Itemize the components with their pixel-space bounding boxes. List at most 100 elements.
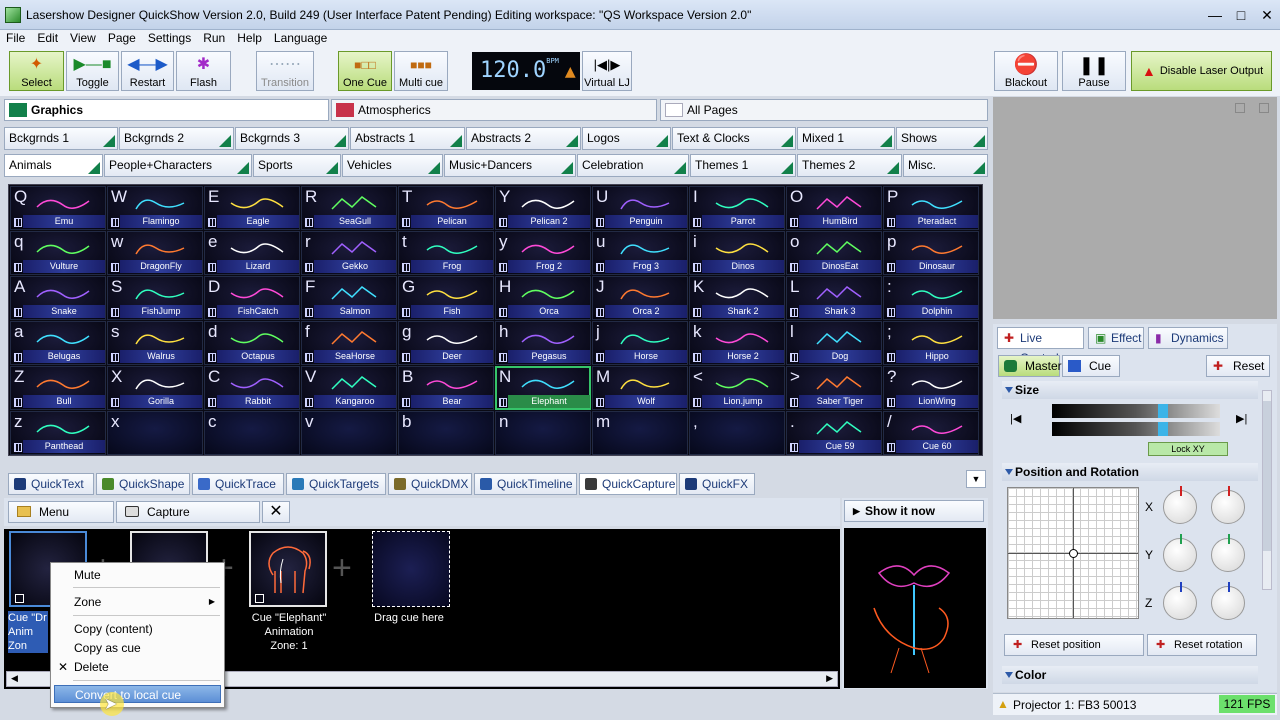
cue-cell[interactable]: G Fish [398,276,494,320]
page-tab-row1-1[interactable]: Bckgrnds 2 [119,127,234,150]
cue-cell[interactable]: < Lion.jump [689,366,785,410]
cue-cell[interactable]: s Walrus [107,321,203,365]
cue-cell[interactable]: c [204,411,300,455]
cue-cell[interactable]: ? LionWing [883,366,979,410]
cue-cell[interactable]: i Dinos [689,231,785,275]
tool-tab-quickfx[interactable]: QuickFX [679,473,755,495]
x-position-knob[interactable] [1163,486,1197,524]
cue-cell[interactable]: Y Pelican 2 [495,186,591,230]
size-min-icon[interactable]: |◀ [1010,412,1021,425]
reset-position-button[interactable]: ✚ Reset position [1004,634,1144,656]
cue-cell[interactable]: o DinosEat [786,231,882,275]
cue-cell[interactable]: ; Hippo [883,321,979,365]
page-tab-row1-2[interactable]: Bckgrnds 3 [235,127,349,150]
cue-cell[interactable]: B Bear [398,366,494,410]
cue-cell[interactable]: H Orca [495,276,591,320]
position-rotation-section[interactable]: Position and Rotation [1002,463,1258,481]
close-capture-button[interactable]: ✕ [262,501,290,523]
category-graphics[interactable]: Graphics [4,99,329,121]
cue-cell[interactable]: U Penguin [592,186,688,230]
menu-item-copy-as-cue[interactable]: Copy as cue [54,639,221,657]
page-tab-row2-6[interactable]: Themes 1 [690,154,796,177]
tab-effect[interactable]: ▣ Effect [1088,327,1144,349]
page-tab-row1-8[interactable]: Shows [896,127,988,150]
menu-view[interactable]: View [64,30,102,45]
cue-cell[interactable]: v [301,411,397,455]
cue-cell[interactable]: F Salmon [301,276,397,320]
restore-icon[interactable] [1259,103,1269,113]
blackout-button[interactable]: ⛔ Blackout [994,51,1058,91]
menu-item-convert-local[interactable]: Convert to local cue [54,685,221,703]
cue-cell[interactable]: Z Bull [10,366,106,410]
size-x-slider[interactable] [1052,404,1220,418]
color-section[interactable]: Color [1002,666,1258,684]
tool-tab-quicktimeline[interactable]: QuickTimeline [474,473,577,495]
captured-cue-3[interactable] [249,531,327,607]
cue-button[interactable]: Cue [1062,355,1120,377]
restart-button[interactable]: ◀―▶ Restart [121,51,174,91]
x-rotation-knob[interactable] [1211,486,1245,524]
cue-cell[interactable]: N Elephant [495,366,591,410]
page-tab-row1-4[interactable]: Abstracts 2 [466,127,581,150]
tab-live-control[interactable]: ✚Live Control [997,327,1084,365]
cue-cell[interactable]: X Gorilla [107,366,203,410]
size-section[interactable]: Size [1002,381,1258,399]
cue-cell[interactable]: M Wolf [592,366,688,410]
tool-tab-quickshape[interactable]: QuickShape [96,473,190,495]
menu-edit[interactable]: Edit [31,30,64,45]
page-tab-row1-5[interactable]: Logos [582,127,671,150]
virtual-lj-button[interactable]: |◀|▶ Virtual LJ [582,51,632,91]
tab-dynamics[interactable]: ▮ Dynamics [1148,327,1228,349]
tool-tab-quickdmx[interactable]: QuickDMX [388,473,472,495]
cue-cell[interactable]: C Rabbit [204,366,300,410]
page-tab-row1-7[interactable]: Mixed 1 [797,127,895,150]
pause-button[interactable]: ❚❚ Pause [1062,51,1126,91]
minimize-icon[interactable]: — [1204,5,1226,25]
cue-cell[interactable]: h Pegasus [495,321,591,365]
cue-cell[interactable]: r Gekko [301,231,397,275]
cue-cell[interactable]: a Belugas [10,321,106,365]
cue-cell[interactable]: / Cue 60 [883,411,979,455]
page-tab-row2-5[interactable]: Celebration [577,154,689,177]
capture-button[interactable]: Capture [116,501,260,523]
page-tab-row1-3[interactable]: Abstracts 1 [350,127,465,150]
menu-button[interactable]: Menu [8,501,114,523]
cue-cell[interactable]: q Vulture [10,231,106,275]
close-icon[interactable]: ✕ [1256,5,1278,25]
menu-item-delete[interactable]: ✕ Delete [54,658,221,676]
cue-cell[interactable]: g Deer [398,321,494,365]
select-button[interactable]: ✦ Select [9,51,64,91]
tabs-dropdown-icon[interactable]: ▼ [966,470,986,488]
cue-cell[interactable]: L Shark 3 [786,276,882,320]
flash-button[interactable]: ✱ Flash [176,51,231,91]
menu-page[interactable]: Page [102,30,142,45]
page-tab-row2-7[interactable]: Themes 2 [797,154,902,177]
tool-tab-quicktext[interactable]: QuickText [8,473,94,495]
cue-cell[interactable]: A Snake [10,276,106,320]
cue-cell[interactable]: > Saber Tiger [786,366,882,410]
toggle-button[interactable]: ▶―■ Toggle [66,51,119,91]
lock-xy-toggle[interactable]: Lock XY [1148,442,1228,456]
page-tab-row2-1[interactable]: People+Characters [104,154,252,177]
menu-item-zone[interactable]: Zone ▶ [54,593,221,611]
cue-cell[interactable]: x [107,411,203,455]
cue-cell[interactable]: R SeaGull [301,186,397,230]
cue-cell[interactable]: n [495,411,591,455]
reset-button[interactable]: ✚ Reset [1206,355,1270,377]
reset-rotation-button[interactable]: ✚ Reset rotation [1147,634,1257,656]
menu-settings[interactable]: Settings [142,30,197,45]
cue-cell[interactable]: f SeaHorse [301,321,397,365]
cue-cell[interactable]: , [689,411,785,455]
cue-cell[interactable]: Q Emu [10,186,106,230]
size-max-icon[interactable]: ▶| [1236,412,1247,425]
cue-cell[interactable]: : Dolphin [883,276,979,320]
cue-cell[interactable]: W Flamingo [107,186,203,230]
y-position-knob[interactable] [1163,534,1197,572]
scroll-right-icon[interactable]: ▶ [826,673,833,684]
position-handle[interactable] [1069,549,1078,558]
disable-laser-button[interactable]: ▲ Disable Laser Output [1131,51,1272,91]
tool-tab-quickcapture[interactable]: QuickCapture [579,473,677,495]
size-x-handle[interactable] [1158,404,1168,418]
tool-tab-quicktrace[interactable]: QuickTrace [192,473,284,495]
window-icon[interactable] [1235,103,1245,113]
